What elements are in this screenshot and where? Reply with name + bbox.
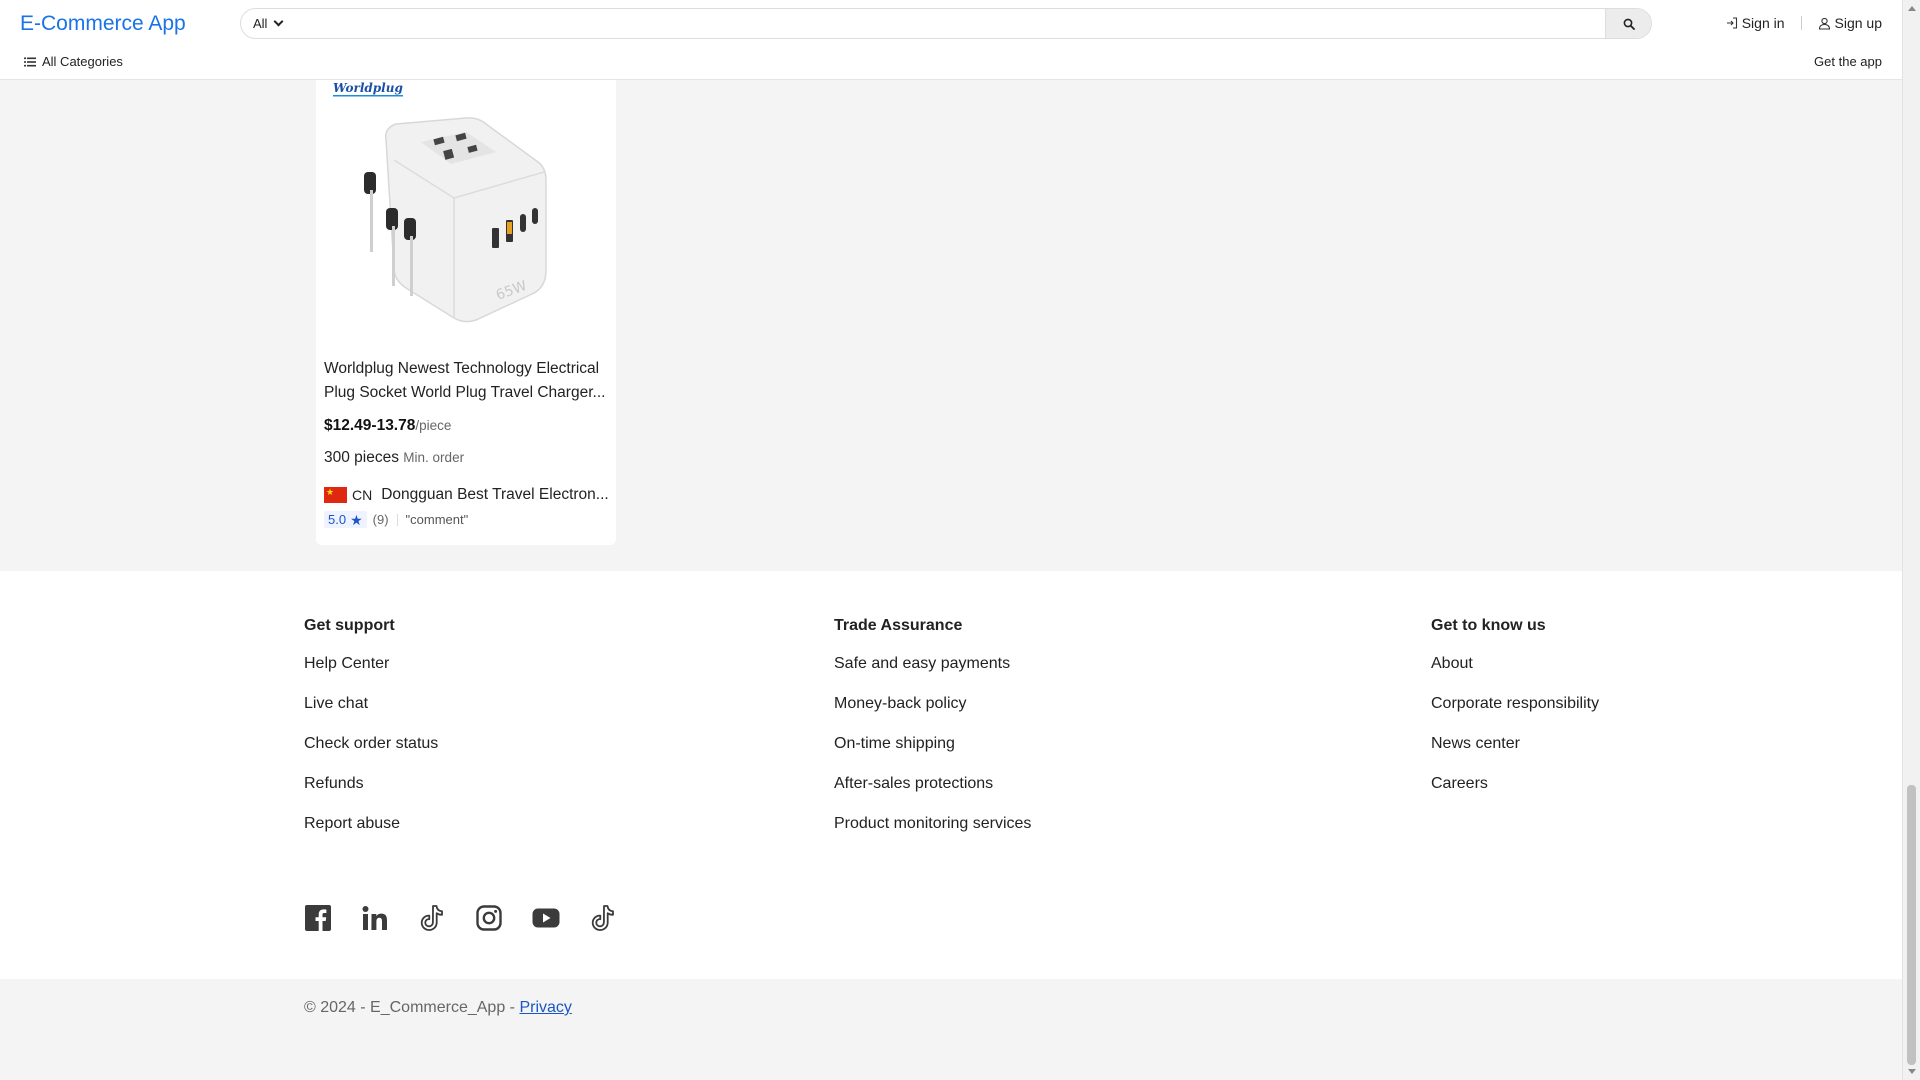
price-range: $12.49-13.78 bbox=[324, 417, 416, 434]
country-code: CN bbox=[352, 487, 373, 503]
tiktok-icon[interactable] bbox=[418, 904, 446, 932]
footer-link-refunds[interactable]: Refunds bbox=[304, 774, 438, 814]
supplier-info[interactable]: ★ CN Dongguan Best Travel Electron... bbox=[324, 486, 612, 504]
chevron-down-icon bbox=[274, 16, 284, 27]
footer-link-product-monitoring[interactable]: Product monitoring services bbox=[834, 814, 1031, 854]
footer-link-help-center[interactable]: Help Center bbox=[304, 654, 438, 694]
search-bar: All bbox=[240, 8, 1652, 39]
privacy-link[interactable]: Privacy bbox=[519, 999, 571, 1016]
footer-column-support: Get support Help Center Live chat Check … bbox=[304, 617, 438, 854]
account-links: Sign in Sign up bbox=[1726, 15, 1882, 31]
footer-link-after-sales[interactable]: After-sales protections bbox=[834, 774, 1031, 814]
product-title[interactable]: Worldplug Newest Technology Electrical P… bbox=[324, 357, 612, 405]
product-price: $12.49-13.78/piece bbox=[324, 417, 451, 435]
product-rating: 5.0 ★ (9) "comment" bbox=[324, 511, 468, 528]
sign-up-label: Sign up bbox=[1834, 15, 1882, 31]
scroll-down-arrow-icon[interactable] bbox=[1908, 1069, 1916, 1074]
footer-link-corporate-responsibility[interactable]: Corporate responsibility bbox=[1431, 694, 1599, 734]
product-card[interactable]: Worldplug 65W Worldplug Newest Technolog… bbox=[316, 80, 616, 545]
product-image[interactable]: Worldplug 65W bbox=[316, 80, 616, 350]
star-icon: ★ bbox=[350, 511, 363, 528]
top-header: E-Commerce App All Sign in Sign up All C… bbox=[0, 0, 1902, 80]
footer-link-live-chat[interactable]: Live chat bbox=[304, 694, 438, 734]
scroll-up-arrow-icon[interactable] bbox=[1908, 6, 1916, 11]
footer-link-about[interactable]: About bbox=[1431, 654, 1599, 694]
search-icon bbox=[1623, 18, 1635, 30]
search-category-select[interactable]: All bbox=[253, 16, 284, 31]
site-footer: Get support Help Center Live chat Check … bbox=[0, 571, 1902, 979]
youtube-icon[interactable] bbox=[532, 904, 560, 932]
rating-badge: 5.0 ★ bbox=[324, 511, 367, 528]
instagram-icon[interactable] bbox=[475, 904, 503, 932]
product-title-line-2: Plug Socket World Plug Travel Charger... bbox=[324, 384, 606, 401]
tiktok-icon[interactable] bbox=[589, 904, 617, 932]
footer-column-trade-assurance: Trade Assurance Safe and easy payments M… bbox=[834, 617, 1031, 854]
footer-link-careers[interactable]: Careers bbox=[1431, 774, 1599, 814]
price-unit: /piece bbox=[415, 418, 452, 433]
copyright: © 2024 - E_Commerce_App - Privacy bbox=[304, 999, 572, 1017]
supplier-name: Dongguan Best Travel Electron... bbox=[381, 486, 609, 503]
sign-in-label: Sign in bbox=[1741, 15, 1785, 31]
linkedin-icon[interactable] bbox=[361, 904, 389, 932]
page-scrollbar[interactable] bbox=[1902, 0, 1920, 1080]
user-icon bbox=[1818, 17, 1830, 30]
footer-link-money-back[interactable]: Money-back policy bbox=[834, 694, 1031, 734]
worldplug-brand-logo: Worldplug bbox=[333, 81, 403, 95]
all-categories-label: All Categories bbox=[42, 54, 123, 69]
search-category-value: All bbox=[253, 16, 268, 31]
footer-link-check-order-status[interactable]: Check order status bbox=[304, 734, 438, 774]
min-order-label: Min. order bbox=[403, 450, 465, 465]
rating-divider bbox=[396, 513, 398, 526]
sign-up-link[interactable]: Sign up bbox=[1818, 15, 1882, 31]
review-count: (9) bbox=[372, 512, 389, 527]
review-comment: "comment" bbox=[405, 512, 469, 527]
all-categories-menu[interactable]: All Categories bbox=[24, 54, 123, 69]
footer-link-on-time-shipping[interactable]: On-time shipping bbox=[834, 734, 1031, 774]
facebook-icon[interactable] bbox=[304, 904, 332, 932]
china-flag-icon: ★ bbox=[324, 487, 347, 503]
footer-heading-trade-assurance: Trade Assurance bbox=[834, 617, 963, 634]
rating-value: 5.0 bbox=[328, 512, 347, 527]
sign-in-icon bbox=[1726, 17, 1737, 29]
footer-link-news-center[interactable]: News center bbox=[1431, 734, 1599, 774]
footer-link-report-abuse[interactable]: Report abuse bbox=[304, 814, 438, 854]
footer-column-about: Get to know us About Corporate responsib… bbox=[1431, 617, 1599, 814]
scrollbar-thumb[interactable] bbox=[1907, 785, 1916, 1065]
header-divider bbox=[1800, 16, 1802, 30]
list-icon bbox=[24, 57, 36, 66]
footer-heading-about: Get to know us bbox=[1431, 617, 1546, 634]
footer-heading-support: Get support bbox=[304, 617, 395, 634]
get-app-link[interactable]: Get the app bbox=[1814, 54, 1882, 69]
search-button[interactable] bbox=[1605, 9, 1651, 38]
search-input[interactable] bbox=[299, 9, 1549, 38]
copyright-text: © 2024 - E_Commerce_App - bbox=[304, 999, 520, 1016]
product-title-line-1: Worldplug Newest Technology Electrical bbox=[324, 360, 600, 377]
sign-in-link[interactable]: Sign in bbox=[1726, 15, 1785, 31]
brand-logo-link[interactable]: E-Commerce App bbox=[20, 12, 186, 36]
social-links bbox=[304, 904, 617, 932]
footer-link-safe-payments[interactable]: Safe and easy payments bbox=[834, 654, 1031, 694]
min-order-value: 300 pieces bbox=[324, 449, 399, 466]
min-order: 300 pieces Min. order bbox=[324, 449, 464, 467]
